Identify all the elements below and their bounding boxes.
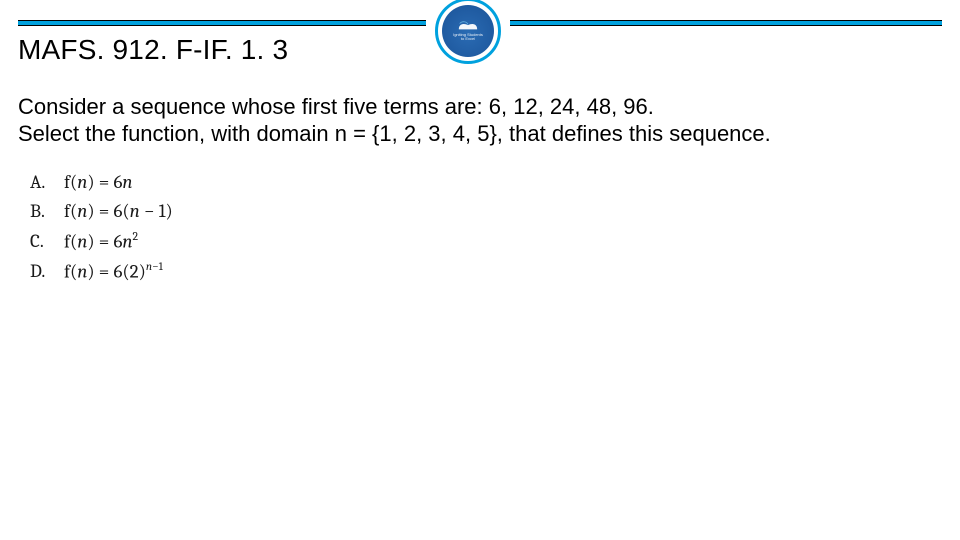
choice-b: B. f(n) = 6(n − 1) bbox=[30, 197, 173, 226]
choice-expression: f(n) = 6(n − 1) bbox=[64, 197, 173, 226]
choice-expression: f(n) = 6n bbox=[64, 168, 133, 197]
choice-label: B. bbox=[30, 197, 64, 226]
choice-expression: f(n) = 6(2)n−1 bbox=[64, 257, 163, 287]
choice-a: A. f(n) = 6n bbox=[30, 168, 173, 197]
choice-c: C. f(n) = 6n2 bbox=[30, 227, 173, 257]
choice-label: A. bbox=[30, 168, 64, 197]
district-logo: Igniting Students to Excel bbox=[435, 0, 501, 64]
logo-tagline: Igniting Students to Excel bbox=[453, 33, 483, 41]
open-book-icon bbox=[457, 21, 479, 31]
choice-expression: f(n) = 6n2 bbox=[64, 227, 138, 257]
header-rule-right bbox=[510, 20, 942, 26]
choice-label: D. bbox=[30, 257, 64, 286]
logo-seal-icon: Igniting Students to Excel bbox=[442, 5, 494, 57]
answer-choices: A. f(n) = 6n B. f(n) = 6(n − 1) C. f(n) … bbox=[30, 168, 173, 286]
choice-d: D. f(n) = 6(2)n−1 bbox=[30, 257, 173, 287]
logo-ring-icon: Igniting Students to Excel bbox=[435, 0, 501, 64]
slide: Igniting Students to Excel MAFS. 912. F-… bbox=[0, 0, 960, 540]
problem-line-2: Select the function, with domain n = {1,… bbox=[18, 121, 928, 148]
problem-line-1: Consider a sequence whose first five ter… bbox=[18, 94, 928, 121]
choice-label: C. bbox=[30, 227, 64, 256]
header-rule-left bbox=[18, 20, 426, 26]
problem-statement: Consider a sequence whose first five ter… bbox=[18, 94, 928, 148]
standard-code: MAFS. 912. F-IF. 1. 3 bbox=[18, 34, 288, 66]
